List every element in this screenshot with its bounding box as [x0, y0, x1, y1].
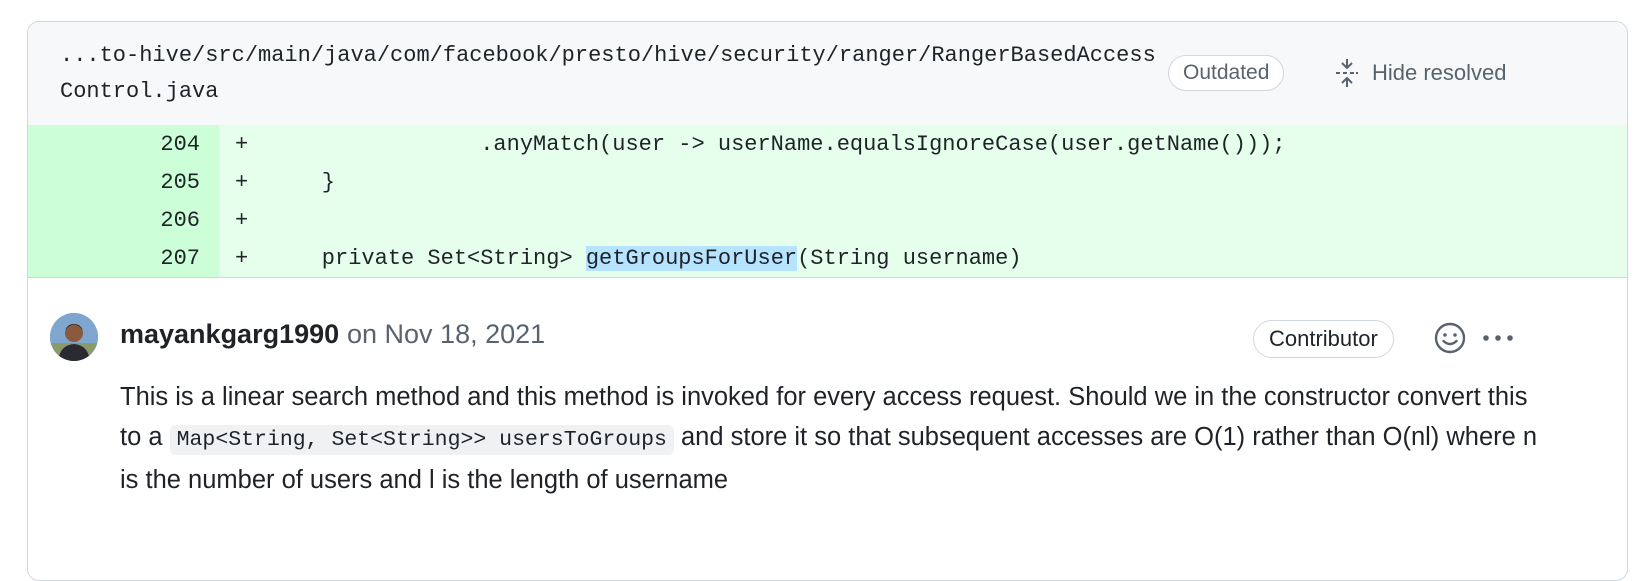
- code-text: (String username): [797, 245, 1022, 271]
- code-line: private Set<String> getGroupsForUser(Str…: [269, 245, 1022, 271]
- diff-added-marker: +: [235, 131, 249, 157]
- file-header: ...to-hive/src/main/java/com/facebook/pr…: [28, 22, 1627, 126]
- line-number[interactable]: 207: [28, 246, 200, 271]
- line-number[interactable]: 206: [28, 208, 200, 233]
- diff-line: 206 +: [28, 201, 1627, 239]
- diff-line: 204 + .anyMatch(user -> userName.equalsI…: [28, 125, 1627, 163]
- diff-line: 207 + private Set<String> getGroupsForUs…: [28, 239, 1627, 277]
- hide-resolved-button[interactable]: Hide resolved: [1334, 55, 1507, 91]
- fold-icon: [1336, 59, 1358, 87]
- review-thread: ...to-hive/src/main/java/com/facebook/pr…: [27, 21, 1628, 581]
- kebab-horizontal-icon: [1483, 335, 1513, 341]
- highlighted-token: getGroupsForUser: [585, 245, 798, 271]
- line-number[interactable]: 205: [28, 170, 200, 195]
- diff-hunk: 204 + .anyMatch(user -> userName.equalsI…: [28, 125, 1627, 278]
- line-number[interactable]: 204: [28, 132, 200, 157]
- outdated-badge: Outdated: [1168, 55, 1285, 91]
- smiley-icon: [1434, 322, 1466, 354]
- avatar-image: [50, 313, 98, 361]
- comment-timestamp[interactable]: on Nov 18, 2021: [347, 319, 545, 350]
- comment-author[interactable]: mayankgarg1990: [120, 319, 339, 350]
- add-reaction-button[interactable]: [1433, 321, 1467, 355]
- comment-body: This is a linear search method and this …: [120, 377, 1540, 500]
- contributor-badge: Contributor: [1253, 320, 1394, 358]
- review-comment: mayankgarg1990 on Nov 18, 2021 Contribut…: [28, 277, 1627, 577]
- diff-added-marker: +: [235, 207, 249, 233]
- diff-added-marker: +: [235, 169, 249, 195]
- code-text: private Set<String>: [269, 245, 586, 271]
- diff-added-marker: +: [235, 245, 249, 271]
- diff-line: 205 + }: [28, 163, 1627, 201]
- code-line: }: [269, 169, 336, 195]
- code-line: .anyMatch(user -> userName.equalsIgnoreC…: [269, 131, 1286, 157]
- user-avatar[interactable]: [50, 313, 98, 361]
- hide-resolved-label: Hide resolved: [1372, 60, 1507, 85]
- inline-code: Map<String, Set<String>> usersToGroups: [169, 425, 674, 455]
- more-options-button[interactable]: [1480, 325, 1516, 351]
- file-path[interactable]: ...to-hive/src/main/java/com/facebook/pr…: [60, 38, 1160, 110]
